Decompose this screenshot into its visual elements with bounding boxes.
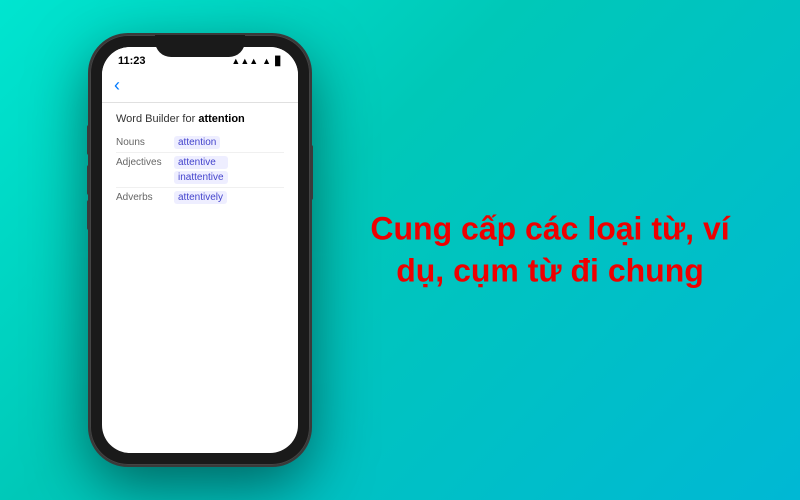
word-builder-title: Word Builder for attention [116,113,284,125]
screen-content: Word Builder for attention Nouns attenti… [102,103,298,217]
word-link-attentively[interactable]: attentively [174,191,227,204]
word-builder-word: attention [198,113,244,125]
word-type-adjectives: Adjectives [116,156,174,168]
nav-bar: ‹ [102,71,298,103]
word-type-adverbs: Adverbs [116,191,174,203]
back-arrow-icon[interactable]: ‹ [114,75,120,96]
scene: 11:23 ▲▲▲ ▲ ▊ ‹ Word Builder for attenti… [0,0,800,500]
status-time: 11:23 [118,55,146,67]
signal-icon: ▲▲▲ [231,56,258,66]
word-link-attention[interactable]: attention [174,136,220,149]
phone-screen: 11:23 ▲▲▲ ▲ ▊ ‹ Word Builder for attenti… [102,47,298,453]
word-link-inattentive[interactable]: inattentive [174,171,228,184]
word-row-nouns: Nouns attention [116,133,284,153]
word-type-nouns: Nouns [116,136,174,148]
word-entries-nouns: attention [174,136,220,149]
text-overlay: Cung cấp các loại từ, ví dụ, cụm từ đi c… [360,208,740,291]
word-entries-adverbs: attentively [174,191,227,204]
word-row-adverbs: Adverbs attentively [116,188,284,207]
overlay-text: Cung cấp các loại từ, ví dụ, cụm từ đi c… [360,208,740,291]
word-builder-prefix: Word Builder for [116,113,198,125]
status-icons: ▲▲▲ ▲ ▊ [231,56,282,67]
word-entries-adjectives: attentive inattentive [174,156,228,184]
battery-icon: ▊ [275,56,282,67]
wifi-icon: ▲ [262,56,271,66]
word-link-attentive[interactable]: attentive [174,156,228,169]
phone-notch [155,35,245,57]
phone-frame: 11:23 ▲▲▲ ▲ ▊ ‹ Word Builder for attenti… [90,35,310,465]
word-row-adjectives: Adjectives attentive inattentive [116,153,284,188]
